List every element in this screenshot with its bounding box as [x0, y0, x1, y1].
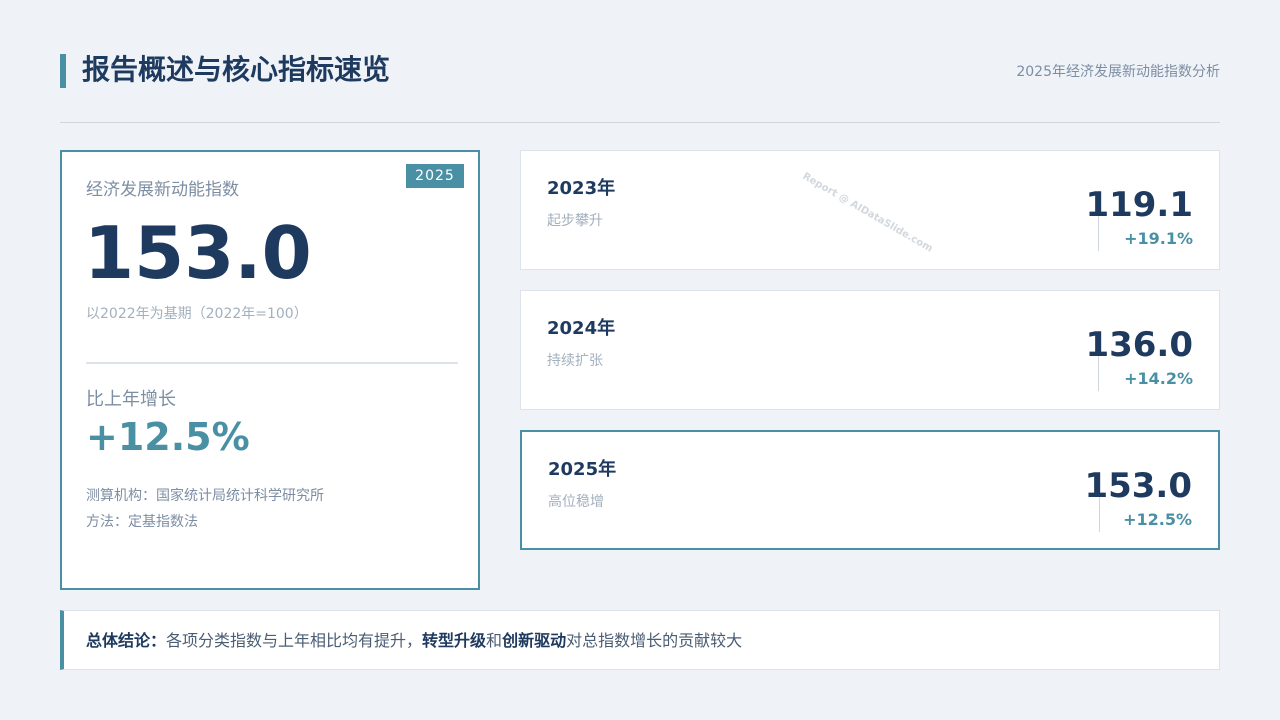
- year-value: 153.0: [1084, 466, 1192, 506]
- watermark: Report @ AIDataSlide.com: [800, 171, 935, 255]
- year-label: 2025年: [548, 459, 617, 480]
- page-subtitle: 2025年经济发展新动能指数分析: [1016, 64, 1220, 80]
- conclusion-prefix: 总体结论：: [86, 631, 167, 650]
- year-label: 2024年: [547, 318, 616, 339]
- header-divider: [60, 122, 1220, 123]
- page-title: 报告概述与核心指标速览: [82, 53, 391, 86]
- title-accent-bar: [60, 54, 66, 88]
- growth-label: 比上年增长: [86, 389, 176, 410]
- year-value: 119.1: [1085, 185, 1193, 225]
- conclusion-text: 总体结论：各项分类指数与上年相比均有提升，转型升级和创新驱动对总指数增长的贡献较…: [86, 630, 742, 652]
- year-description: 起步攀升: [547, 213, 603, 229]
- index-label: 经济发展新动能指数: [86, 180, 239, 200]
- conclusion-part: 对总指数增长的贡献较大: [566, 631, 743, 650]
- year-card-2025: 2025年 高位稳增 153.0 +12.5%: [520, 430, 1220, 550]
- conclusion-highlight: 创新驱动: [502, 631, 567, 650]
- method-note: 方法：定基指数法: [86, 514, 198, 530]
- base-period-note: 以2022年为基期（2022年=100）: [86, 306, 308, 322]
- year-badge: 2025: [406, 164, 464, 188]
- year-description: 持续扩张: [547, 353, 603, 369]
- conclusion-part: 和: [486, 631, 503, 650]
- year-card-2024: 2024年 持续扩张 136.0 +14.2%: [520, 290, 1220, 410]
- year-growth: +19.1%: [1124, 229, 1193, 248]
- year-label: 2023年: [547, 178, 616, 199]
- card-divider: [86, 362, 458, 364]
- conclusion-box: 总体结论：各项分类指数与上年相比均有提升，转型升级和创新驱动对总指数增长的贡献较…: [60, 610, 1220, 670]
- main-index-card: 2025 经济发展新动能指数 153.0 以2022年为基期（2022年=100…: [60, 150, 480, 590]
- year-description: 高位稳增: [548, 494, 604, 510]
- year-value: 136.0: [1085, 325, 1193, 365]
- page-header: 报告概述与核心指标速览 2025年经济发展新动能指数分析: [60, 52, 1220, 90]
- agency-note: 测算机构：国家统计局统计科学研究所: [86, 488, 324, 504]
- conclusion-part: 各项分类指数与上年相比均有提升，: [166, 631, 423, 650]
- conclusion-highlight: 转型升级: [422, 631, 487, 650]
- growth-value: +12.5%: [86, 415, 250, 459]
- year-card-2023: 2023年 起步攀升 Report @ AIDataSlide.com 119.…: [520, 150, 1220, 270]
- year-growth: +14.2%: [1124, 369, 1193, 388]
- year-growth: +12.5%: [1123, 510, 1192, 529]
- index-value: 153.0: [84, 211, 312, 295]
